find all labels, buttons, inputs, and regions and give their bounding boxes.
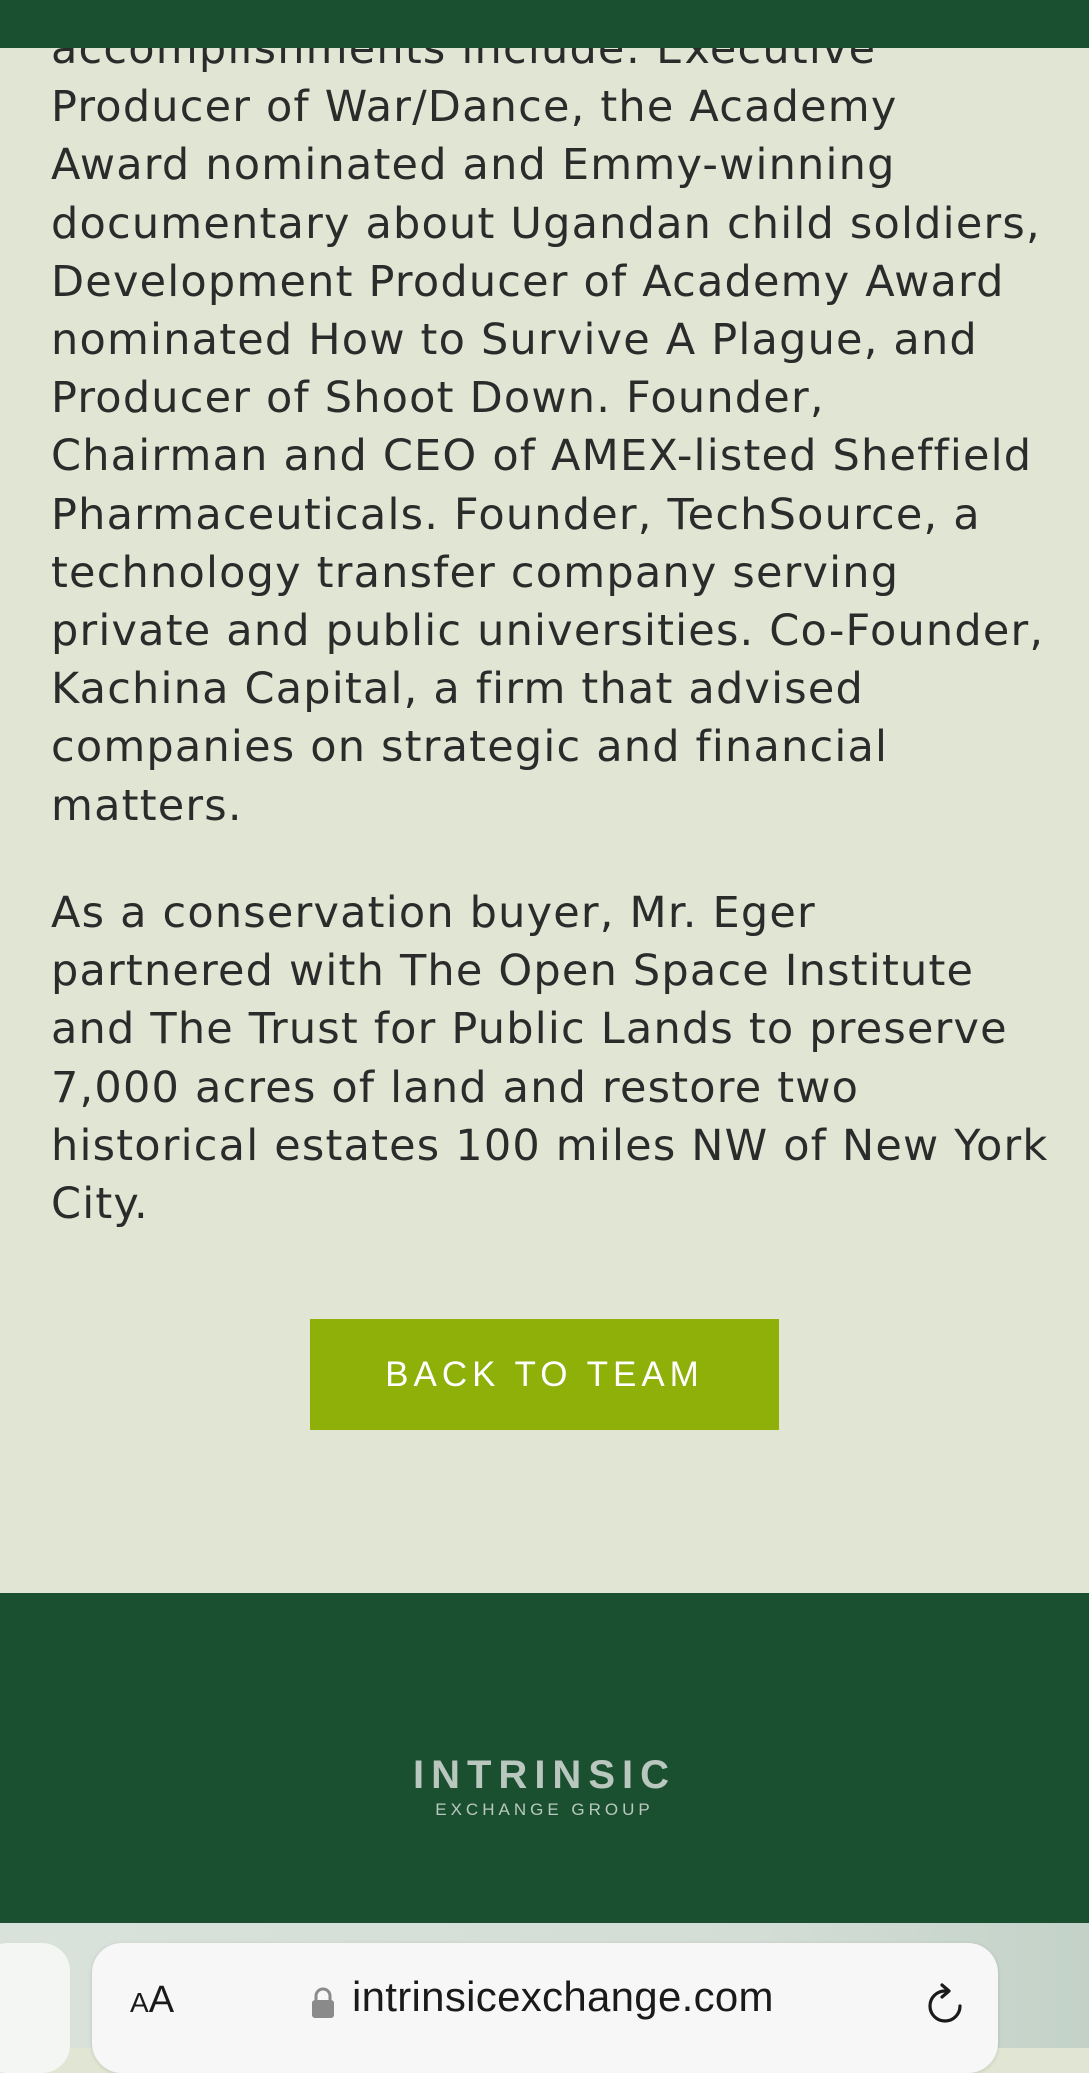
- footer-logo[interactable]: INTRINSIC EXCHANGE GROUP: [0, 1753, 1089, 1821]
- back-to-team-label: BACK TO TEAM: [385, 1354, 704, 1394]
- reader-aa-button[interactable]: AA: [130, 1979, 174, 2022]
- aa-small-letter: A: [130, 1987, 149, 2018]
- bio-paragraph-2: As a conservation buyer, Mr. Eger partne…: [51, 888, 1049, 1230]
- url-text[interactable]: intrinsicexchange.com: [352, 1973, 774, 2021]
- logo-tagline: EXCHANGE GROUP: [435, 1800, 654, 1819]
- aa-large-letter: A: [148, 1979, 175, 2021]
- back-to-team-button[interactable]: BACK TO TEAM: [310, 1319, 779, 1430]
- lock-icon: [312, 1987, 334, 2018]
- logo-wordmark: INTRINSIC: [413, 1753, 676, 1797]
- address-bar[interactable]: AA intrinsicexchange.com: [92, 1943, 998, 2073]
- bio-content: accomplishments include: Executive Produ…: [51, 20, 1051, 835]
- reload-icon[interactable]: [922, 1983, 968, 2029]
- browser-toolbar: AA intrinsicexchange.com: [0, 1923, 1089, 2073]
- previous-tab-pill[interactable]: [0, 1943, 70, 2073]
- top-header-bar: [0, 0, 1089, 48]
- bio-paragraph-1: accomplishments include: Executive Produ…: [51, 24, 1045, 831]
